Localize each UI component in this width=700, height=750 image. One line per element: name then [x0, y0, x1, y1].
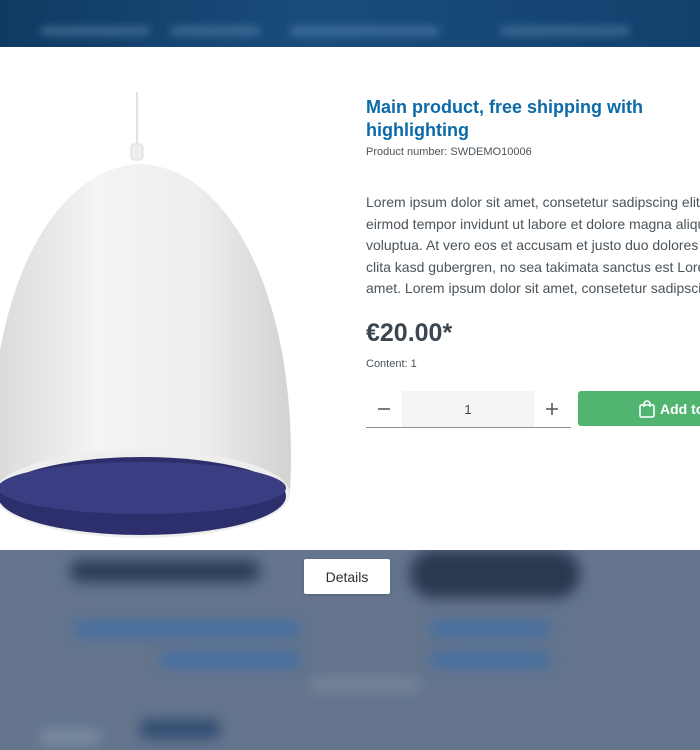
blurred-product-title: [75, 622, 300, 636]
minus-icon: [378, 408, 390, 410]
content-value: 1: [410, 358, 417, 370]
quickview-modal: Main product, free shipping with highlig…: [0, 47, 700, 550]
blurred-product-title: [160, 653, 300, 667]
blurred-nav-item: [40, 26, 150, 36]
description-line: amet. Lorem ipsum dolor sit amet, conset…: [366, 280, 700, 296]
blurred-product-title: [430, 653, 550, 667]
quantity-decrease-button[interactable]: [366, 391, 402, 427]
details-button[interactable]: Details: [304, 559, 390, 594]
add-to-cart-button[interactable]: Add to shopping cart: [578, 391, 700, 426]
blurred-product-text: [40, 732, 100, 742]
content-label: Content:: [366, 358, 408, 370]
product-price: €20.00*: [366, 319, 453, 347]
blurred-product-price: [140, 720, 220, 738]
description-line: voluptua. At vero eos et accusam et just…: [366, 237, 700, 253]
product-number: Product number: SWDEMO10006: [366, 146, 532, 158]
blurred-product-text: [310, 680, 420, 690]
blurred-nav-item: [290, 26, 440, 36]
blurred-product-title: [430, 622, 550, 636]
page-header-backdrop: [0, 0, 700, 47]
description-line: Lorem ipsum dolor sit amet, consetetur s…: [366, 194, 700, 210]
product-number-value: SWDEMO10006: [450, 146, 532, 158]
product-description: Lorem ipsum dolor sit amet, consetetur s…: [366, 192, 700, 300]
quantity-increase-button[interactable]: [534, 391, 570, 427]
blurred-nav-item: [170, 26, 260, 36]
add-to-cart-label: Add to shopping cart: [660, 400, 700, 417]
product-image[interactable]: [0, 92, 320, 550]
product-content: Content: 1: [366, 358, 417, 370]
quantity-stepper: [366, 391, 571, 428]
quantity-input[interactable]: [402, 391, 534, 427]
blurred-product-image: [410, 550, 580, 598]
product-number-label: Product number:: [366, 146, 448, 158]
shopping-bag-icon: [639, 400, 655, 418]
description-line: eirmod tempor invidunt ut labore et dolo…: [366, 215, 700, 232]
blurred-product-image: [70, 560, 260, 582]
product-title[interactable]: Main product, free shipping with highlig…: [366, 96, 676, 142]
plus-icon: [546, 403, 558, 415]
description-line: clita kasd gubergren, no sea takimata sa…: [366, 258, 700, 275]
blurred-nav-item: [500, 26, 630, 36]
